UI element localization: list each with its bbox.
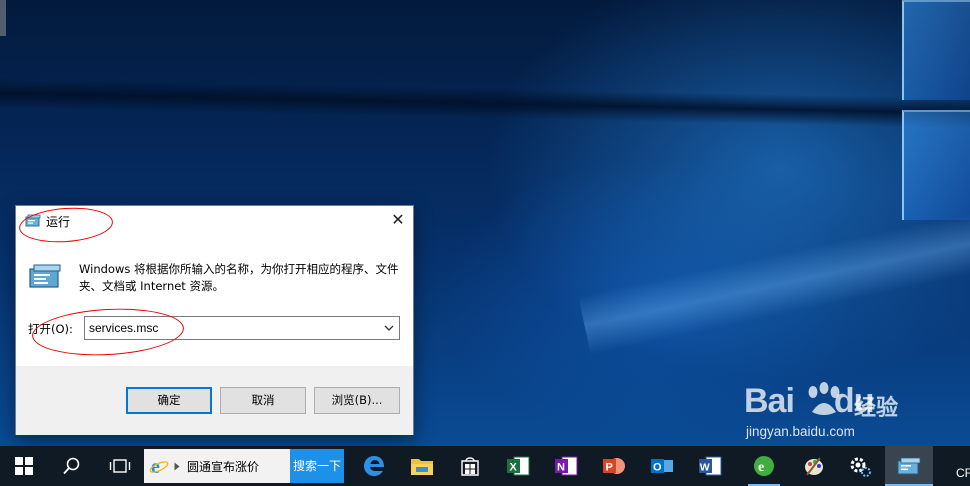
excel-icon: X bbox=[507, 456, 530, 476]
dialog-description: Windows 将根据你所输入的名称，为你打开相应的程序、文件夹、文档或 Int… bbox=[79, 262, 399, 293]
onenote-icon: N bbox=[555, 456, 578, 476]
baidu-watermark: Bai du 经验 jingyan.baidu.com bbox=[744, 380, 934, 442]
chevron-right-icon bbox=[174, 462, 180, 470]
browse-button[interactable]: 浏览(B)... bbox=[314, 387, 400, 414]
outlook-icon: O bbox=[651, 459, 673, 474]
dialog-button-area: 确定 取消 浏览(B)... bbox=[16, 366, 413, 435]
svg-text:P: P bbox=[606, 462, 613, 474]
taskbar-word[interactable]: W bbox=[686, 446, 734, 486]
taskbar-search-box[interactable]: e 圆通宣布涨价 bbox=[144, 449, 290, 483]
cancel-button[interactable]: 取消 bbox=[220, 387, 306, 414]
svg-text:X: X bbox=[510, 462, 518, 474]
search-button[interactable] bbox=[48, 446, 96, 486]
paw-icon bbox=[808, 382, 840, 415]
taskbar-edge[interactable] bbox=[350, 446, 398, 486]
wallpaper-light-ray bbox=[578, 208, 970, 356]
start-button[interactable] bbox=[0, 446, 48, 486]
settings-icon bbox=[850, 457, 871, 477]
search-query-text: 圆通宣布涨价 bbox=[187, 459, 260, 474]
taskbar-browser[interactable]: e bbox=[740, 446, 788, 486]
task-view-icon bbox=[109, 459, 131, 473]
run-dialog-title-bar[interactable]: 运行 ✕ bbox=[16, 206, 413, 236]
taskbar-excel[interactable]: X bbox=[494, 446, 542, 486]
watermark-url: jingyan.baidu.com bbox=[746, 424, 855, 439]
ok-button[interactable]: 确定 bbox=[126, 387, 212, 414]
store-icon bbox=[461, 457, 479, 476]
tray-text: CF bbox=[956, 466, 970, 480]
powerpoint-icon: P bbox=[603, 458, 625, 474]
search-icon bbox=[63, 457, 80, 475]
run-icon bbox=[897, 457, 921, 475]
search-submit-button[interactable]: 搜索一下 bbox=[290, 449, 344, 483]
svg-text:O: O bbox=[653, 462, 662, 474]
wallpaper-window-pane bbox=[902, 0, 970, 100]
file-explorer-icon bbox=[411, 459, 433, 475]
word-icon: W bbox=[699, 456, 722, 476]
windows-start-icon bbox=[15, 457, 33, 475]
taskbar-outlook[interactable]: O bbox=[638, 446, 686, 486]
run-program-icon bbox=[29, 264, 61, 288]
taskbar-run-active[interactable] bbox=[885, 446, 933, 486]
taskbar-store[interactable] bbox=[446, 446, 494, 486]
dialog-title: 运行 bbox=[46, 215, 71, 229]
ie-icon: e bbox=[149, 456, 169, 476]
browser-icon: e bbox=[754, 456, 774, 476]
paint-icon bbox=[805, 457, 823, 476]
taskbar-file-explorer[interactable] bbox=[398, 446, 446, 486]
run-dialog: 运行 ✕ Windows 将根据你所输入的名称，为你打开相应的程序、文件夹、文档… bbox=[15, 205, 414, 435]
svg-text:W: W bbox=[700, 462, 710, 474]
svg-text:N: N bbox=[557, 462, 565, 474]
desktop-edge-mark bbox=[0, 0, 6, 36]
chevron-down-icon[interactable] bbox=[383, 322, 395, 334]
task-view-button[interactable] bbox=[96, 446, 144, 486]
taskbar-paint[interactable] bbox=[790, 446, 838, 486]
taskbar-powerpoint[interactable]: P bbox=[590, 446, 638, 486]
svg-text:e: e bbox=[151, 456, 160, 476]
open-input[interactable] bbox=[85, 317, 375, 339]
svg-text:e: e bbox=[758, 460, 764, 475]
watermark-brand-cn: 经验 bbox=[854, 396, 899, 421]
wallpaper-window-pane bbox=[902, 110, 970, 220]
run-icon bbox=[25, 214, 41, 227]
close-button[interactable]: ✕ bbox=[383, 206, 413, 234]
taskbar: e 圆通宣布涨价 搜索一下 X N P O W e CF bbox=[0, 446, 970, 486]
open-combobox[interactable] bbox=[84, 316, 400, 340]
taskbar-onenote[interactable]: N bbox=[542, 446, 590, 486]
edge-icon bbox=[364, 456, 384, 476]
taskbar-settings[interactable] bbox=[836, 446, 884, 486]
wallpaper-light-beam bbox=[0, 77, 970, 129]
open-label: 打开(O): bbox=[28, 322, 73, 336]
